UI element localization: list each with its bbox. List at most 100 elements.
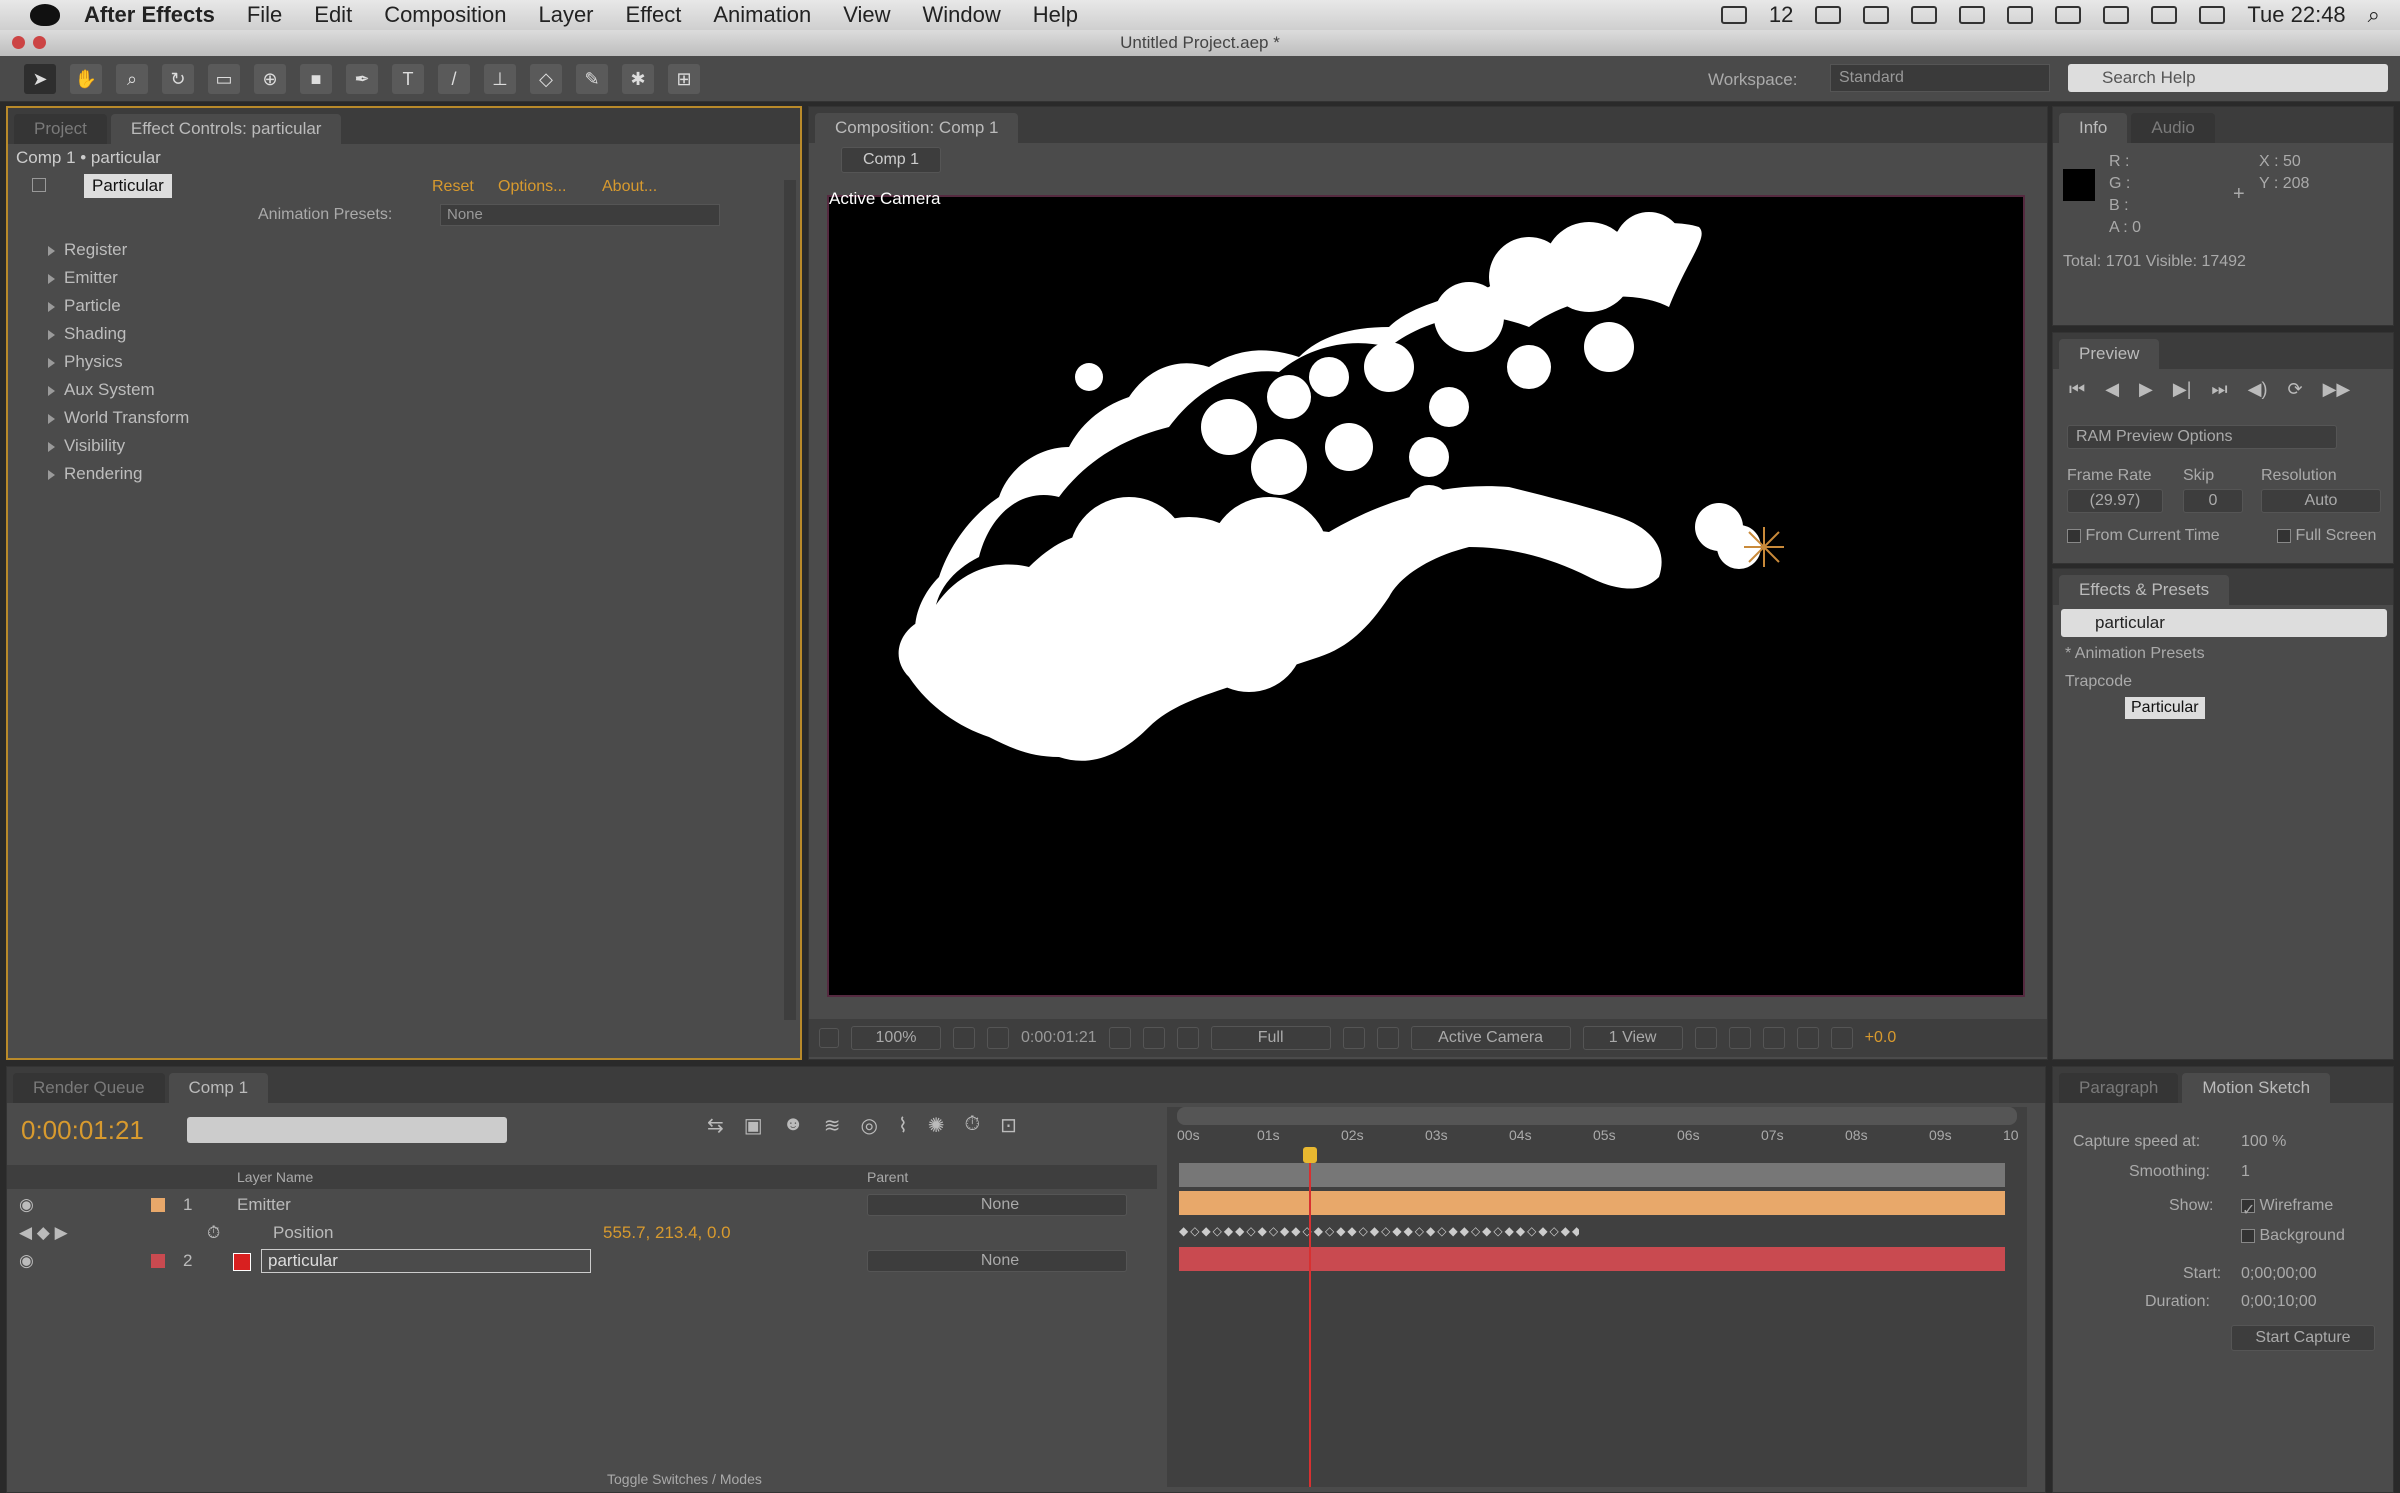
playhead-handle[interactable] — [1303, 1147, 1317, 1163]
draft-3d-icon[interactable]: ⇆ — [707, 1113, 724, 1138]
last-frame-icon[interactable]: ⏭ — [2211, 379, 2227, 400]
exposure-value[interactable]: +0.0 — [1865, 1029, 1897, 1047]
group-rendering[interactable]: Rendering — [8, 460, 768, 488]
fast-previews-icon[interactable] — [1728, 1027, 1751, 1049]
layer-name-input[interactable]: particular — [261, 1249, 591, 1273]
tab-motion-sketch[interactable]: Motion Sketch — [2182, 1073, 2331, 1103]
exposure-icon[interactable] — [1830, 1027, 1853, 1049]
smoothing-value[interactable]: 1 — [2241, 1163, 2250, 1181]
region-of-interest-icon[interactable] — [1342, 1027, 1365, 1049]
auto-keyframe-icon[interactable]: ⏱ — [964, 1113, 980, 1138]
rotate-tool-icon[interactable]: ↻ — [162, 63, 194, 94]
timeline-icon[interactable] — [1762, 1027, 1785, 1049]
apple-icon[interactable] — [30, 4, 60, 26]
spotlight-icon[interactable]: ⌕ — [2368, 2, 2380, 28]
menu-app[interactable]: After Effects — [84, 2, 215, 28]
skip-select[interactable]: 0 — [2183, 489, 2243, 513]
type-tool-icon[interactable]: T — [392, 63, 424, 94]
axis-mode-icon[interactable]: ⊞ — [668, 63, 700, 94]
menu-animation[interactable]: Animation — [713, 2, 811, 28]
hand-tool-icon[interactable]: ✋ — [70, 63, 102, 94]
options-link[interactable]: Options... — [498, 178, 566, 196]
camera-tool-icon[interactable]: ▭ — [208, 63, 240, 94]
position-keyframes[interactable]: ◆◇◆◇◆◆◇◆◇◆◆◇◆◇◆◆◇◆◇◆◆◇◆◇◆◆◇◆◇◆◆◇◆◇◆◆◇◆◇◆ — [1179, 1219, 1579, 1243]
time-graph[interactable]: 00s 01s 02s 03s 04s 05s 06s 07s 08s 09s … — [1167, 1107, 2027, 1487]
layer-1-bar[interactable] — [1179, 1191, 2005, 1215]
toggle-switches-modes[interactable]: Toggle Switches / Modes — [607, 1471, 762, 1487]
group-particle[interactable]: Particle — [8, 292, 768, 320]
menu-effect[interactable]: Effect — [626, 2, 682, 28]
mask-visibility-icon[interactable] — [987, 1027, 1009, 1049]
workspace-select[interactable]: Standard — [1830, 64, 2050, 92]
tab-audio[interactable]: Audio — [2131, 113, 2215, 143]
current-time[interactable]: 0:00:01:21 — [1021, 1029, 1097, 1047]
visibility-icon[interactable]: ◉ — [19, 1191, 34, 1219]
brush-tool-icon[interactable]: / — [438, 63, 470, 94]
comp-mini-flowchart-icon[interactable]: ▣ — [744, 1113, 763, 1138]
next-frame-icon[interactable]: ▶| — [2173, 379, 2192, 400]
motion-blur-icon[interactable]: ◎ — [860, 1113, 877, 1138]
group-register[interactable]: Register — [8, 236, 768, 264]
menu-edit[interactable]: Edit — [314, 2, 352, 28]
group-aux-system[interactable]: Aux System — [8, 376, 768, 404]
layer-label-color[interactable] — [151, 1198, 165, 1212]
loop-icon[interactable]: ⟳ — [2287, 379, 2302, 400]
mute-icon[interactable]: ◀) — [2248, 379, 2268, 400]
particular-effect-item[interactable]: Particular — [2125, 697, 2205, 719]
roto-brush-tool-icon[interactable]: ✎ — [576, 63, 608, 94]
mask-tool-icon[interactable]: ■ — [300, 63, 332, 94]
previous-frame-icon[interactable]: ◀ — [2105, 379, 2119, 400]
start-capture-button[interactable]: Start Capture — [2231, 1325, 2375, 1351]
parent-select[interactable]: None — [867, 1194, 1127, 1216]
first-frame-icon[interactable]: ⏮ — [2069, 379, 2085, 400]
tab-info[interactable]: Info — [2059, 113, 2128, 143]
menu-file[interactable]: File — [247, 2, 282, 28]
background-checkbox[interactable] — [2241, 1228, 2255, 1243]
frame-blending-icon[interactable]: ≋ — [824, 1113, 841, 1138]
position-property-row[interactable]: ◀ ◆ ▶ ⏱ Position 555.7, 213.4, 0.0 — [7, 1219, 1157, 1247]
parent-header[interactable]: Parent — [867, 1165, 908, 1189]
time-navigator[interactable] — [1177, 1107, 2017, 1125]
group-shading[interactable]: Shading — [8, 320, 768, 348]
emitter-icon[interactable] — [1744, 527, 1784, 567]
view-layout-select[interactable]: 1 View — [1582, 1026, 1683, 1050]
animation-presets-group[interactable]: * Animation Presets — [2065, 645, 2205, 663]
selection-tool-icon[interactable]: ➤ — [24, 63, 56, 94]
tab-preview[interactable]: Preview — [2059, 339, 2160, 369]
stopwatch-icon[interactable]: ⏱ — [207, 1219, 220, 1247]
wireframe-checkbox[interactable]: ✓ — [2241, 1198, 2255, 1219]
group-physics[interactable]: Physics — [8, 348, 768, 376]
live-update-icon[interactable]: ⊡ — [1000, 1113, 1017, 1138]
trapcode-group[interactable]: Trapcode — [2065, 673, 2132, 691]
group-emitter[interactable]: Emitter — [8, 264, 768, 292]
menu-window[interactable]: Window — [923, 2, 1001, 28]
bluetooth-icon[interactable] — [2007, 6, 2034, 24]
pixel-aspect-icon[interactable] — [1694, 1027, 1717, 1049]
effects-search-input[interactable]: particular — [2061, 609, 2387, 637]
animation-presets-select[interactable]: None — [440, 204, 720, 226]
cloud-icon[interactable] — [1815, 6, 1842, 24]
comp-subtab[interactable]: Comp 1 — [841, 147, 941, 173]
full-screen-checkbox[interactable] — [2277, 528, 2291, 543]
position-value[interactable]: 555.7, 213.4, 0.0 — [603, 1219, 731, 1247]
show-snapshot-icon[interactable] — [1142, 1027, 1165, 1049]
shy-icon[interactable]: ☻ — [783, 1113, 804, 1138]
pen-tool-icon[interactable]: ✒ — [346, 63, 378, 94]
zoom-select[interactable]: 100% — [851, 1026, 941, 1050]
minimize-window-button[interactable] — [33, 36, 46, 49]
group-world-transform[interactable]: World Transform — [8, 404, 768, 432]
notification-count[interactable]: 12 — [1769, 2, 1793, 28]
layer-2-bar[interactable] — [1179, 1247, 2005, 1271]
snapshot-icon[interactable] — [1108, 1027, 1131, 1049]
visibility-icon[interactable]: ◉ — [19, 1247, 34, 1275]
play-icon[interactable]: ▶ — [2139, 379, 2153, 400]
background-option[interactable]: Background — [2241, 1227, 2345, 1245]
about-link[interactable]: About... — [602, 178, 657, 196]
layer-row-2[interactable]: ◉ 2 particular None — [7, 1247, 1157, 1275]
volume-icon[interactable] — [2103, 6, 2130, 24]
channel-icon[interactable] — [1176, 1027, 1199, 1049]
scrollbar[interactable] — [784, 180, 796, 1020]
tab-paragraph[interactable]: Paragraph — [2059, 1073, 2179, 1103]
flag-icon[interactable] — [1863, 6, 1890, 24]
group-visibility[interactable]: Visibility — [8, 432, 768, 460]
